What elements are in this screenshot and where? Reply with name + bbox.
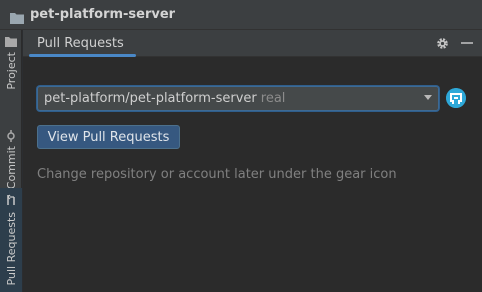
gear-icon[interactable] xyxy=(435,36,449,50)
remote-name: real xyxy=(260,91,286,106)
folder-icon xyxy=(10,9,24,24)
tab-commit[interactable]: Commit xyxy=(0,126,22,190)
tab-pull-requests-label: Pull Requests xyxy=(4,212,18,286)
tab-pull-requests[interactable]: Pull Requests xyxy=(0,188,22,292)
tab-project-label: Project xyxy=(4,52,18,90)
folder-icon xyxy=(5,36,17,48)
chevron-down-icon[interactable] xyxy=(424,95,432,100)
minimize-icon[interactable] xyxy=(460,36,474,50)
tool-window-strip: Project Commit Pull Requests xyxy=(0,30,22,292)
repository-select[interactable]: pet-platform/pet-platform-server real xyxy=(37,86,439,111)
title-bar: pet-platform-server xyxy=(0,0,482,30)
commit-icon xyxy=(5,130,17,142)
active-tab-indicator xyxy=(29,54,136,57)
hint-text: Change repository or account later under… xyxy=(37,167,397,182)
panel-tab-label: Pull Requests xyxy=(37,36,124,51)
window-title: pet-platform-server xyxy=(30,7,176,22)
panel-header: Pull Requests xyxy=(23,30,482,57)
repository-name: pet-platform/pet-platform-server xyxy=(44,91,257,106)
tab-commit-label: Commit xyxy=(4,146,18,190)
avatar[interactable] xyxy=(446,88,466,108)
pull-requests-panel: Pull Requests pet-platform/pet-platform-… xyxy=(23,30,482,292)
tab-pull-requests-panel[interactable]: Pull Requests xyxy=(25,30,136,57)
pull-request-icon xyxy=(5,194,17,206)
view-pull-requests-button[interactable]: View Pull Requests xyxy=(37,125,180,149)
tab-project[interactable]: Project xyxy=(0,34,22,90)
